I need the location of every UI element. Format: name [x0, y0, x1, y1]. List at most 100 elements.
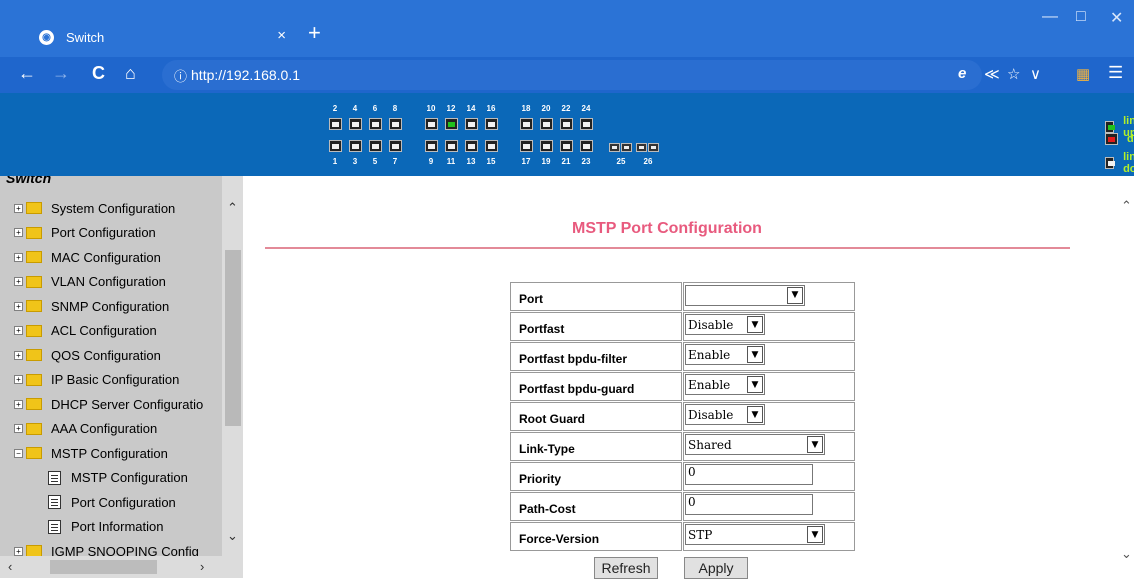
port-18-icon[interactable]	[520, 118, 533, 130]
refresh-button[interactable]: Refresh	[594, 557, 658, 579]
force-version-select[interactable]: STP ▼	[685, 524, 825, 545]
sidebar-item-vlan-configuration[interactable]: + VLAN Configuration	[0, 270, 166, 294]
portfast-bpdu-filter-select[interactable]: Enable ▼	[685, 344, 765, 365]
sidebar-item-acl-configuration[interactable]: + ACL Configuration	[0, 319, 157, 343]
chevron-down-icon[interactable]: ▼	[807, 436, 823, 453]
expand-icon[interactable]: +	[14, 277, 23, 286]
chevron-down-icon[interactable]: ▼	[787, 286, 803, 304]
scroll-down-icon[interactable]: ⌄	[227, 528, 238, 544]
sidebar-item-snmp-configuration[interactable]: + SNMP Configuration	[0, 294, 169, 318]
sidebar-item-mstp-configuration[interactable]: − MSTP Configuration	[0, 441, 168, 465]
forward-button[interactable]: →	[52, 63, 70, 84]
expand-icon[interactable]: +	[14, 326, 23, 335]
url-field[interactable]: ⓘ http://192.168.0.1	[162, 60, 982, 90]
back-button[interactable]: ←	[18, 63, 36, 84]
link-type-select[interactable]: Shared ▼	[685, 434, 825, 455]
sidebar-item-port-configuration[interactable]: + Port Configuration	[0, 221, 156, 245]
port-23-icon[interactable]	[580, 140, 593, 152]
port-19-icon[interactable]	[540, 140, 553, 152]
expand-icon[interactable]: +	[14, 424, 23, 433]
chevron-down-icon[interactable]: ▼	[747, 346, 763, 363]
port-15-icon[interactable]	[485, 140, 498, 152]
expand-icon[interactable]: +	[14, 375, 23, 384]
path-cost-input[interactable]: 0	[685, 494, 813, 515]
portfast-bpdu-guard-select[interactable]: Enable ▼	[685, 374, 765, 395]
sidebar-item-mac-configuration[interactable]: + MAC Configuration	[0, 245, 161, 269]
share-icon[interactable]: ≪	[984, 65, 1000, 83]
chevron-down-icon[interactable]: ▼	[747, 406, 763, 423]
port-number-label: 14	[466, 104, 476, 113]
port-8-icon[interactable]	[389, 118, 402, 130]
port-24-icon[interactable]	[580, 118, 593, 130]
sidebar-item-port-configuration[interactable]: Port Configuration	[0, 490, 176, 514]
sidebar-item-qos-configuration[interactable]: + QOS Configuration	[0, 343, 161, 367]
port-4-icon[interactable]	[349, 118, 362, 130]
sidebar-item-ip-basic-configuration[interactable]: + IP Basic Configuration	[0, 368, 179, 392]
close-window-button[interactable]: ✕	[1110, 8, 1123, 28]
content-scroll-down-icon[interactable]: ⌄	[1121, 546, 1132, 562]
sidebar-scroll-thumb[interactable]	[225, 250, 241, 426]
port-3-icon[interactable]	[349, 140, 362, 152]
expand-icon[interactable]: +	[14, 252, 23, 262]
port-22-icon[interactable]	[560, 118, 573, 130]
sidebar-item-port-information[interactable]: Port Information	[0, 515, 164, 539]
chevron-down-icon[interactable]: ▼	[807, 526, 823, 543]
priority-input[interactable]: 0	[685, 464, 813, 485]
content-scroll-up-icon[interactable]: ⌃	[1121, 198, 1132, 214]
sfp-port-26-icon[interactable]	[636, 143, 647, 152]
expand-icon[interactable]: +	[14, 203, 23, 213]
home-button[interactable]: ⌂	[125, 63, 136, 84]
port-5-icon[interactable]	[369, 140, 382, 152]
port-6-icon[interactable]	[369, 118, 382, 130]
expand-icon[interactable]: +	[14, 399, 23, 409]
apply-button[interactable]: Apply	[684, 557, 748, 579]
reload-button[interactable]: C	[92, 63, 105, 84]
sfp-port-25-icon[interactable]	[609, 143, 620, 152]
sfp-port-25-icon[interactable]	[621, 143, 632, 152]
port-11-icon[interactable]	[445, 140, 458, 152]
collapse-icon[interactable]: −	[14, 448, 23, 458]
sidebar-item-mstp-configuration[interactable]: MSTP Configuration	[0, 466, 188, 490]
port-9-icon[interactable]	[425, 140, 438, 152]
port-17-icon[interactable]	[520, 140, 533, 152]
tab-close-icon[interactable]: ×	[277, 27, 286, 44]
port-10-icon[interactable]	[425, 118, 438, 130]
expand-icon[interactable]: +	[14, 228, 23, 237]
scroll-right-icon[interactable]: ›	[200, 559, 204, 574]
port-1-icon[interactable]	[329, 140, 342, 152]
port-12-icon[interactable]	[445, 118, 458, 130]
chevron-down-icon[interactable]: ▼	[747, 316, 763, 333]
portfast-select[interactable]: Disable ▼	[685, 314, 765, 335]
minimize-button[interactable]: —	[1042, 8, 1058, 26]
expand-icon[interactable]: +	[14, 301, 23, 311]
port-2-icon[interactable]	[329, 118, 342, 130]
port-16-icon[interactable]	[485, 118, 498, 130]
expand-icon[interactable]: +	[14, 546, 23, 556]
sidebar-item-dhcp-server-configuratio[interactable]: + DHCP Server Configuratio	[0, 392, 203, 416]
tree-root[interactable]: Switch	[0, 176, 51, 190]
new-tab-button[interactable]: +	[308, 22, 321, 44]
chevron-down-icon[interactable]: ∨	[1030, 65, 1041, 83]
port-20-icon[interactable]	[540, 118, 553, 130]
menu-icon[interactable]: ☰	[1108, 63, 1123, 83]
port-14-icon[interactable]	[465, 118, 478, 130]
sidebar-item-aaa-configuration[interactable]: + AAA Configuration	[0, 417, 157, 441]
maximize-button[interactable]: □	[1076, 8, 1086, 26]
port-select[interactable]: ▼	[685, 284, 805, 306]
ie-mode-icon[interactable]: e	[958, 65, 966, 82]
scroll-left-icon[interactable]: ‹	[8, 559, 12, 574]
root-guard-select[interactable]: Disable ▼	[685, 404, 765, 425]
sidebar-horizontal-thumb[interactable]	[50, 560, 157, 574]
info-icon[interactable]: ⓘ	[174, 66, 187, 85]
browser-tab[interactable]: ◉ Switch ×	[25, 17, 300, 57]
chevron-down-icon[interactable]: ▼	[747, 376, 763, 393]
scroll-up-icon[interactable]: ⌃	[227, 200, 238, 216]
port-13-icon[interactable]	[465, 140, 478, 152]
apps-icon[interactable]: ▦	[1076, 65, 1090, 83]
port-7-icon[interactable]	[389, 140, 402, 152]
expand-icon[interactable]: +	[14, 350, 23, 360]
favorite-star-icon[interactable]: ☆	[1007, 65, 1020, 83]
port-21-icon[interactable]	[560, 140, 573, 152]
sidebar-item-system-configuration[interactable]: + System Configuration	[0, 196, 175, 220]
sfp-port-26-icon[interactable]	[648, 143, 659, 152]
